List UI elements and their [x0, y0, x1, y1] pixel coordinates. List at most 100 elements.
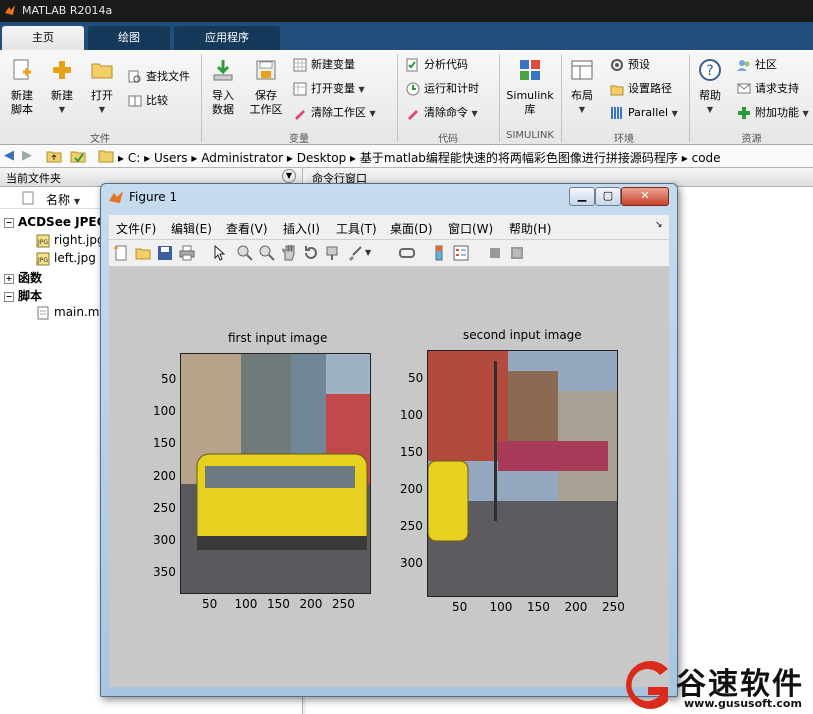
group-divider: [499, 54, 500, 142]
add-ons-icon: [738, 107, 750, 119]
show-plot-tools-icon[interactable]: [509, 245, 525, 261]
y-tick-label: 200: [400, 482, 423, 496]
menu-insert[interactable]: 插入(I): [283, 220, 320, 237]
new-variable-button[interactable]: 新建变量: [293, 56, 355, 74]
save-icon[interactable]: [157, 245, 173, 261]
brush-dropdown-icon[interactable]: ▼: [365, 248, 371, 257]
compare-icon: [128, 95, 142, 107]
tab-apps[interactable]: 应用程序: [174, 26, 280, 50]
breadcrumb-item[interactable]: code: [692, 151, 721, 165]
open-file-icon[interactable]: [135, 245, 151, 261]
breadcrumb-item[interactable]: Desktop: [297, 151, 347, 165]
x-tick-label: 150: [267, 597, 290, 611]
watermark-logo: 谷速软件 www.gususoft.com: [610, 655, 813, 714]
list-item[interactable]: main.m: [36, 305, 100, 320]
brush-icon[interactable]: [347, 245, 363, 261]
simulink-library-icon: [520, 60, 540, 80]
colorbar-icon[interactable]: [431, 245, 447, 261]
forward-arrow-icon[interactable]: ▶: [22, 148, 32, 163]
menu-view[interactable]: 查看(V): [226, 220, 268, 237]
clear-commands-dropdown-icon: ▼: [471, 109, 478, 118]
simulink-library-button[interactable]: Simulink 库: [502, 58, 558, 117]
preferences-button[interactable]: 预设: [610, 56, 650, 74]
tree-group-label: 函数: [18, 271, 43, 285]
y-tick-label: 250: [400, 519, 423, 533]
set-path-button[interactable]: 设置路径: [610, 80, 672, 98]
back-arrow-icon[interactable]: ◀: [4, 148, 14, 163]
new-figure-icon[interactable]: [113, 245, 129, 261]
y-tick-label: 300: [153, 533, 176, 547]
clear-commands-button[interactable]: 清除命令 ▼: [406, 104, 478, 122]
maximize-button[interactable]: ▢: [595, 187, 621, 206]
import-data-label: 导入 数据: [212, 89, 234, 116]
group-divider: [561, 54, 562, 142]
figure-canvas[interactable]: first input image 50 100 150 200 250 50 100 150…: [109, 267, 669, 687]
save-workspace-button[interactable]: 保存 工作区: [246, 58, 286, 117]
help-icon: ?: [699, 59, 721, 81]
help-button[interactable]: ? 帮助 ▼: [693, 58, 727, 117]
y-tick-label: 150: [153, 436, 176, 451]
hide-plot-tools-icon[interactable]: [487, 245, 503, 261]
breadcrumb-item[interactable]: C:: [128, 151, 140, 165]
tab-home[interactable]: 主页: [2, 26, 84, 50]
community-button[interactable]: 社区: [737, 56, 777, 74]
help-dropdown-icon: ▼: [706, 105, 714, 114]
breadcrumb-item[interactable]: Users: [154, 151, 188, 165]
new-script-button[interactable]: 新建 脚本: [4, 58, 40, 117]
tree-group-functions[interactable]: + 函数: [4, 269, 42, 286]
menu-desktop[interactable]: 桌面(D): [390, 220, 433, 237]
request-support-button[interactable]: 请求支持: [737, 80, 799, 98]
browse-folder-icon[interactable]: [70, 148, 86, 164]
run-and-time-button[interactable]: 运行和计时: [406, 80, 479, 98]
menu-edit[interactable]: 编辑(E): [171, 220, 212, 237]
layout-button[interactable]: 布局 ▼: [564, 58, 600, 117]
find-files-button[interactable]: 查找文件: [128, 68, 190, 86]
legend-icon[interactable]: [453, 245, 469, 261]
zoom-out-icon[interactable]: [259, 245, 275, 261]
open-variable-button[interactable]: 打开变量 ▼: [293, 80, 365, 98]
rotate-3d-icon[interactable]: [303, 245, 319, 261]
dock-arrow-icon[interactable]: ↘: [655, 220, 663, 230]
new-button[interactable]: 新建 ▼: [44, 58, 80, 117]
zoom-in-icon[interactable]: [237, 245, 253, 261]
name-column-header[interactable]: 名称 ▼: [46, 191, 80, 208]
tree-group-scripts[interactable]: − 脚本: [4, 287, 42, 304]
up-folder-icon[interactable]: [46, 148, 62, 164]
maximize-icon: ▢: [602, 189, 614, 202]
minimize-button[interactable]: ▁: [569, 187, 595, 206]
compare-label: 比较: [146, 94, 168, 107]
add-ons-button[interactable]: 附加功能 ▼: [737, 104, 809, 122]
close-button[interactable]: ✕: [621, 187, 669, 206]
breadcrumb-item[interactable]: Administrator: [201, 151, 283, 165]
parallel-button[interactable]: Parallel ▼: [610, 104, 678, 122]
compare-button[interactable]: 比较: [128, 92, 168, 110]
data-cursor-icon[interactable]: [325, 245, 341, 261]
open-button[interactable]: 打开 ▼: [84, 58, 120, 117]
menu-tools[interactable]: 工具(T): [336, 220, 377, 237]
new-plus-icon: [53, 61, 71, 79]
list-item[interactable]: JPG left.jpg: [36, 251, 96, 266]
simulink-library-label: Simulink 库: [506, 89, 554, 116]
app-title: MATLAB R2014a: [22, 4, 113, 17]
breadcrumb-item[interactable]: 基于matlab编程能快速的将两幅彩色图像进行拼接源码程序: [360, 151, 678, 165]
y-tick-label: 100: [400, 408, 423, 422]
panel-actions-icon[interactable]: ▼: [282, 169, 296, 183]
menu-file[interactable]: 文件(F): [116, 220, 156, 237]
pointer-icon[interactable]: [211, 245, 227, 261]
menu-window[interactable]: 窗口(W): [448, 220, 493, 237]
sort-icon: ▼: [73, 197, 80, 206]
pan-hand-icon[interactable]: [281, 245, 297, 261]
list-item[interactable]: JPG right.jpg: [36, 233, 105, 248]
link-plot-icon[interactable]: [399, 245, 415, 261]
figure-window[interactable]: Figure 1 ▁ ▢ ✕ 文件(F) 编辑(E) 查看(V) 插入(I) 工…: [100, 183, 678, 697]
minimize-icon: ▁: [577, 189, 587, 202]
group-divider: [689, 54, 690, 142]
analyze-code-button[interactable]: 分析代码: [406, 56, 468, 74]
import-data-button[interactable]: 导入 数据: [204, 58, 242, 117]
clear-workspace-button[interactable]: 清除工作区 ▼: [293, 104, 376, 122]
gear-icon: [611, 59, 623, 71]
print-icon[interactable]: [179, 245, 195, 261]
tree-group-acdsee[interactable]: − ACDSee JPEG: [4, 215, 106, 229]
tab-plots[interactable]: 绘图: [88, 26, 170, 50]
menu-help[interactable]: 帮助(H): [509, 220, 551, 237]
